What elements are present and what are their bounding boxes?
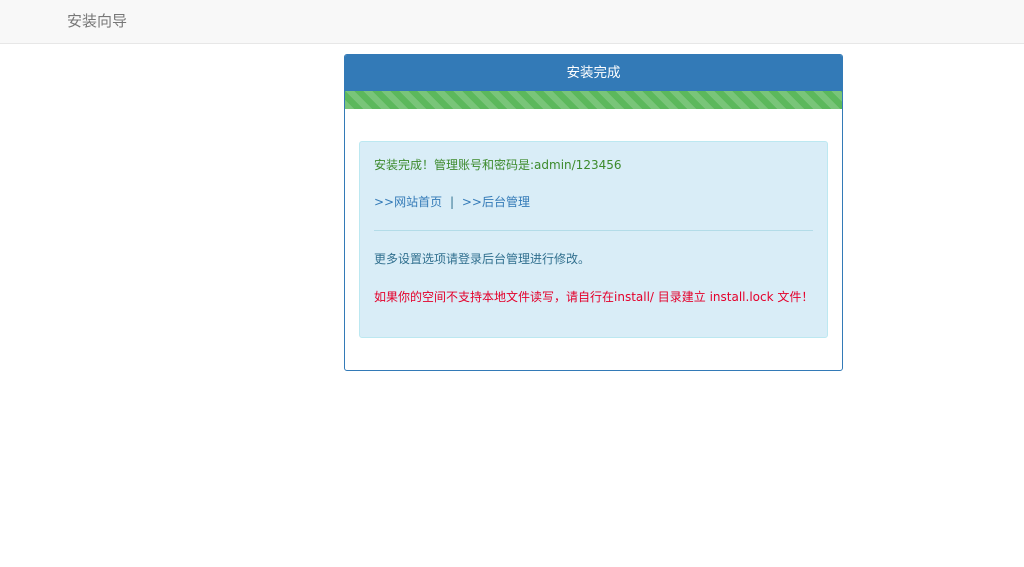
quick-links: >>网站首页 | >>后台管理 (374, 195, 530, 209)
navbar: 安装向导 (0, 0, 1024, 44)
warning-message: 如果你的空间不支持本地文件读写，请自行在install/ 目录建立 instal… (374, 290, 814, 304)
progress-bar (345, 91, 842, 109)
success-message: 安装完成！管理账号和密码是:admin/123456 (374, 158, 622, 172)
divider (374, 230, 813, 231)
site-home-link[interactable]: >>网站首页 (374, 195, 442, 209)
brand-link[interactable]: 安装向导 (67, 12, 127, 30)
link-separator: | (449, 195, 454, 209)
panel-title: 安装完成 (345, 55, 842, 91)
info-message: 更多设置选项请登录后台管理进行修改。 (374, 252, 591, 266)
install-complete-panel: 安装完成 安装完成！管理账号和密码是:admin/123456 >>网站首页 |… (344, 54, 843, 371)
info-alert: 安装完成！管理账号和密码是:admin/123456 >>网站首页 | >>后台… (359, 141, 828, 338)
admin-link[interactable]: >>后台管理 (462, 195, 530, 209)
